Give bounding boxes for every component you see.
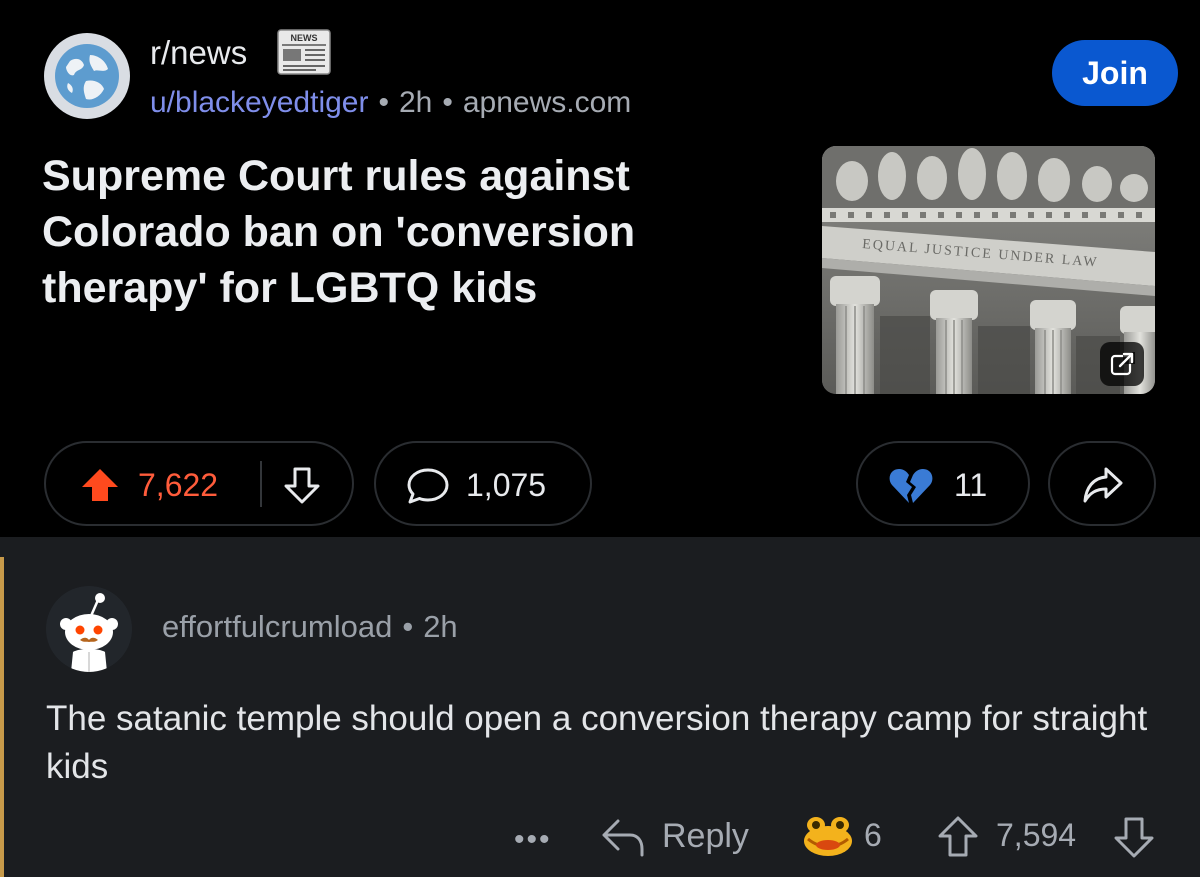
join-button[interactable]: Join: [1052, 40, 1178, 106]
meta-separator: •: [402, 609, 414, 644]
post-title[interactable]: Supreme Court rules against Colorado ban…: [42, 148, 702, 316]
globe-icon: [55, 44, 119, 108]
external-link-glyph: [1110, 352, 1135, 376]
meta-separator: •: [442, 86, 453, 119]
subreddit-name[interactable]: r/news: [150, 34, 247, 72]
post-card: r/news NEWS u/blackeyedtiger • 2h • apnews.c…: [0, 0, 1200, 537]
comment-meta: effortfulcrumload • 2h: [162, 609, 458, 645]
newspaper-icon: NEWS: [277, 29, 331, 75]
avatar[interactable]: [46, 586, 132, 672]
post-vote-bar: 7,622: [44, 441, 354, 526]
speech-bubble-icon: [407, 468, 449, 504]
comment-award-count: 6: [864, 817, 882, 853]
meta-separator: •: [378, 86, 389, 119]
comment-time: 2h: [423, 609, 458, 644]
upvote-arrow-icon[interactable]: [936, 815, 980, 859]
share-arrow-icon: [1083, 467, 1123, 503]
more-options-button[interactable]: •••: [514, 823, 552, 857]
post-meta: u/blackeyedtiger • 2h • apnews.com: [150, 86, 631, 120]
external-link-icon[interactable]: [1100, 342, 1144, 386]
comment-score: 7,594: [996, 817, 1077, 853]
post-domain[interactable]: apnews.com: [463, 86, 631, 119]
news-icon-label: NEWS: [291, 33, 318, 43]
award-button[interactable]: 11: [856, 441, 1030, 526]
snoo-avatar-icon: [46, 586, 132, 672]
frog-award-icon[interactable]: [800, 813, 856, 859]
award-count: 11: [954, 467, 988, 503]
share-button[interactable]: [1048, 441, 1156, 526]
post-time: 2h: [398, 86, 433, 119]
post-score: 7,622: [138, 467, 219, 503]
broken-heart-icon: [889, 469, 933, 503]
comments-button[interactable]: 1,075: [374, 441, 592, 526]
downvote-arrow-icon[interactable]: [1112, 815, 1156, 859]
comment-body: The satanic temple should open a convers…: [46, 699, 1148, 786]
upvote-arrow-icon[interactable]: [80, 467, 120, 503]
downvote-arrow-icon[interactable]: [282, 465, 322, 505]
subreddit-avatar[interactable]: [44, 33, 130, 119]
post-author-link[interactable]: u/blackeyedtiger: [150, 86, 368, 119]
comment-actions: ••• Reply 6 7,594: [0, 813, 1200, 863]
reply-arrow-icon[interactable]: [600, 815, 646, 859]
comment-card: effortfulcrumload • 2h The satanic temple …: [0, 537, 1200, 877]
comment-count: 1,075: [466, 467, 547, 503]
reply-button[interactable]: Reply: [662, 817, 749, 856]
comment-author[interactable]: effortfulcrumload: [162, 609, 392, 644]
vote-divider: [260, 461, 262, 507]
